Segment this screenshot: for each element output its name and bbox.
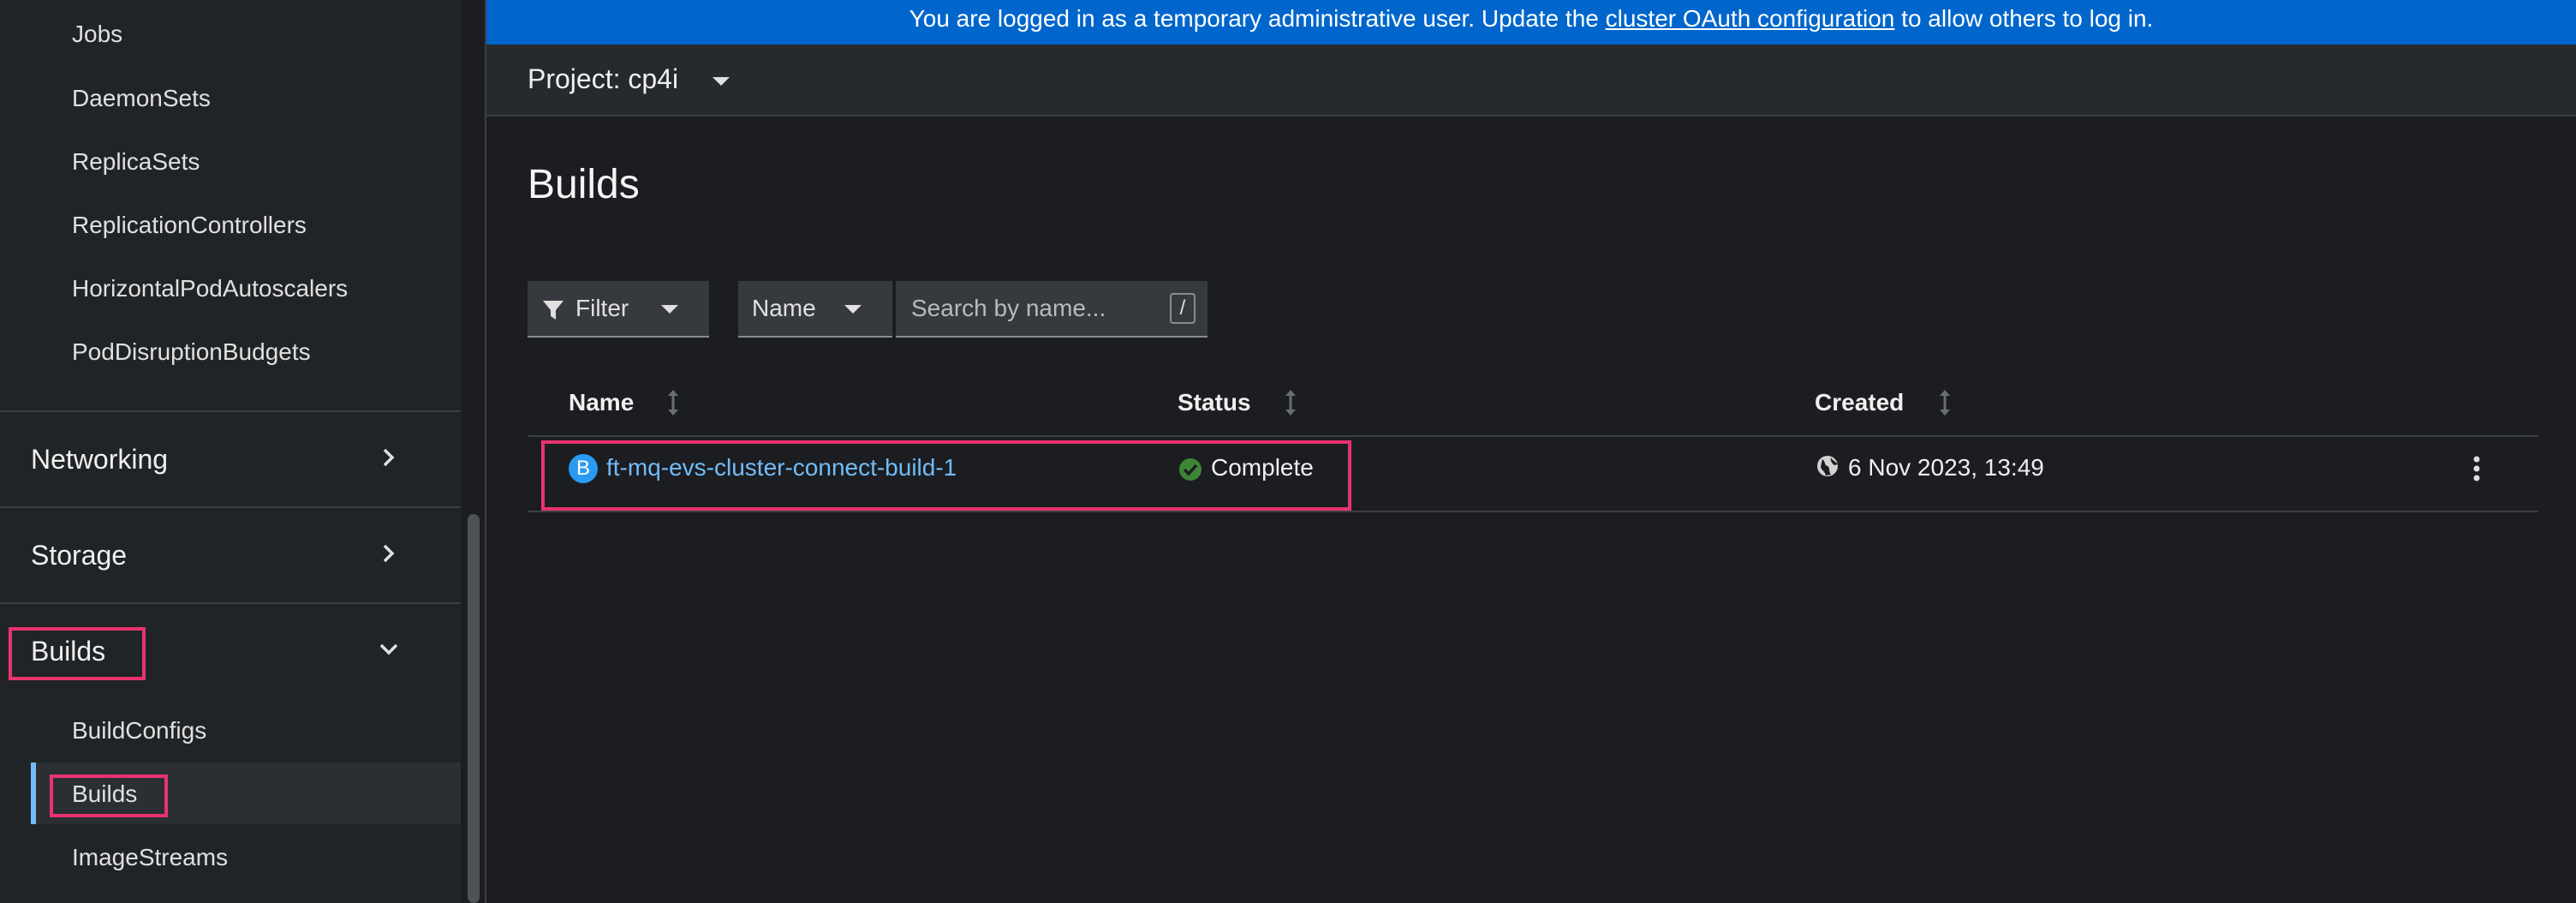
sidebar-item-replicasets[interactable]: ReplicaSets — [72, 147, 200, 177]
column-header-created[interactable]: Created — [1815, 387, 1904, 418]
column-header-name[interactable]: Name — [569, 387, 634, 418]
sidebar-item-jobs[interactable]: Jobs — [72, 19, 122, 50]
chevron-down-icon[interactable] — [377, 637, 401, 661]
caret-down-icon[interactable] — [713, 77, 730, 86]
search-placeholder: Search by name... — [911, 295, 1106, 321]
search-shortcut-hint: / — [1170, 293, 1196, 324]
sidebar-scrollbar-thumb[interactable] — [468, 514, 480, 903]
sidebar-divider — [0, 506, 461, 508]
sidebar-item-imagestreams[interactable]: ImageStreams — [72, 842, 228, 873]
project-selector[interactable]: Project: cp4i — [528, 62, 678, 96]
globe-icon — [1817, 456, 1838, 476]
sort-icon[interactable] — [1285, 389, 1297, 416]
highlight-box — [9, 627, 146, 680]
table-header-divider — [528, 435, 2538, 437]
kebab-menu-icon[interactable] — [2473, 456, 2480, 481]
filter-type-value: Name — [752, 295, 816, 321]
highlight-box — [50, 774, 168, 817]
build-created-time: 6 Nov 2023, 13:49 — [1848, 454, 2044, 481]
column-header-status[interactable]: Status — [1178, 387, 1251, 418]
banner-text-prefix: You are logged in as a temporary adminis… — [909, 5, 1606, 32]
sidebar-divider — [0, 410, 461, 412]
page-title: Builds — [528, 162, 640, 207]
sort-icon[interactable] — [667, 389, 679, 416]
sidebar-item-daemonsets[interactable]: DaemonSets — [72, 83, 211, 114]
oauth-config-link[interactable]: cluster OAuth configuration — [1606, 5, 1895, 32]
sidebar-section-storage[interactable]: Storage — [31, 538, 127, 572]
sidebar-divider — [0, 602, 461, 604]
highlight-box — [541, 440, 1351, 511]
sidebar-item-replicationcontrollers[interactable]: ReplicationControllers — [72, 210, 307, 241]
sidebar-item-horizontalpodautoscalers[interactable]: HorizontalPodAutoscalers — [72, 273, 348, 304]
filter-icon — [543, 301, 564, 320]
filter-button[interactable]: Filter — [528, 281, 709, 338]
caret-down-icon — [844, 305, 862, 314]
sidebar-section-networking[interactable]: Networking — [31, 442, 168, 476]
sidebar-item-buildconfigs[interactable]: BuildConfigs — [72, 715, 206, 746]
sidebar-nav: Jobs DaemonSets ReplicaSets ReplicationC… — [0, 0, 461, 903]
project-bar: Project: cp4i — [486, 45, 2576, 117]
filter-label: Filter — [575, 295, 629, 321]
chevron-right-icon[interactable] — [377, 541, 401, 565]
banner-text-suffix: to allow others to log in. — [1894, 5, 2154, 32]
sort-icon[interactable] — [1939, 389, 1951, 416]
chevron-right-icon[interactable] — [377, 446, 401, 469]
sidebar-item-poddisruptionbudgets[interactable]: PodDisruptionBudgets — [72, 337, 311, 368]
search-input[interactable]: Search by name... / — [896, 281, 1208, 338]
table-row-divider — [528, 511, 2538, 512]
caret-down-icon — [661, 305, 678, 314]
filter-type-select[interactable]: Name — [738, 281, 892, 338]
sidebar-active-indicator — [31, 762, 36, 824]
sidebar-border — [485, 0, 486, 903]
admin-banner: You are logged in as a temporary adminis… — [486, 0, 2576, 45]
